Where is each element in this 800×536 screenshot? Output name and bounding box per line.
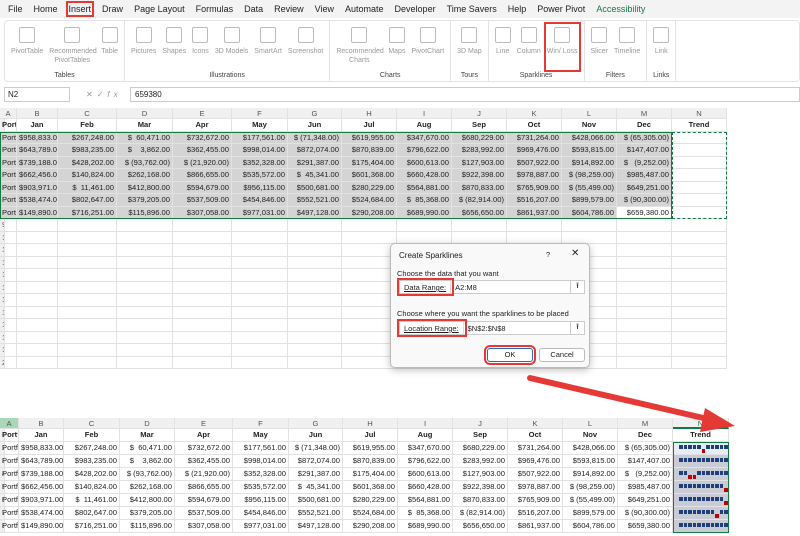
red-arrow-icon <box>527 375 735 432</box>
